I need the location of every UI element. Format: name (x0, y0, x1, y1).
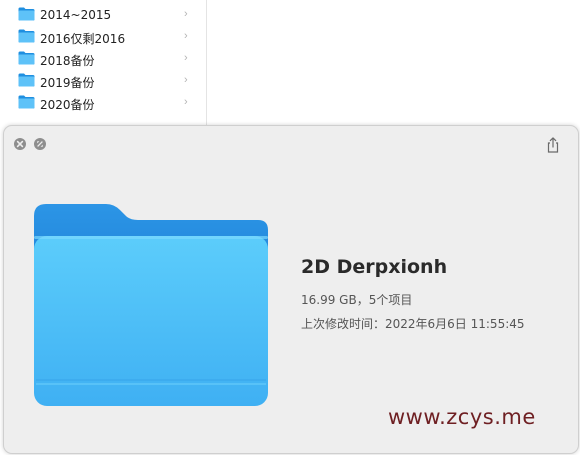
list-item-2019[interactable]: 2019备份 › (0, 70, 206, 92)
file-size-info: 16.99 GB，5个项目 (301, 293, 413, 307)
list-item-2018[interactable]: 2018备份 › (0, 48, 206, 70)
folder-icon (18, 29, 35, 43)
chevron-right-icon: › (184, 96, 188, 108)
close-icon (16, 140, 24, 148)
fullscreen-icon (37, 141, 43, 147)
chevron-right-icon: › (184, 74, 188, 86)
list-item-label: 2020备份 (40, 98, 95, 112)
folder-icon (18, 95, 35, 109)
share-icon[interactable] (545, 136, 561, 154)
folder-icon (18, 73, 35, 87)
list-item-label: 2018备份 (40, 54, 95, 68)
list-item-2020[interactable]: 2020备份 › (0, 92, 206, 114)
fullscreen-button[interactable] (34, 138, 46, 150)
close-button[interactable] (14, 138, 26, 150)
file-title: 2D Derpxionh (301, 256, 448, 278)
finder-column: 2014~2015 › 2016仅剩2016 › 2018备份 › 2019备份… (0, 0, 207, 130)
list-item-label: 2016仅剩2016 (40, 32, 126, 46)
chevron-right-icon: › (184, 30, 188, 42)
chevron-right-icon: › (184, 8, 188, 20)
folder-icon (34, 204, 268, 406)
modified-date: 上次修改时间：2022年6月6日 11:55:45 (301, 317, 525, 331)
list-item-label: 2019备份 (40, 76, 95, 90)
folder-icon (18, 7, 35, 21)
list-item-2014-2015[interactable]: 2014~2015 › (0, 4, 206, 26)
watermark-text: www.zcys.me (388, 405, 536, 429)
folder-icon (18, 51, 35, 65)
chevron-right-icon: › (184, 52, 188, 64)
list-item-label: 2014~2015 (40, 8, 112, 22)
list-item-2016[interactable]: 2016仅剩2016 › (0, 26, 206, 48)
